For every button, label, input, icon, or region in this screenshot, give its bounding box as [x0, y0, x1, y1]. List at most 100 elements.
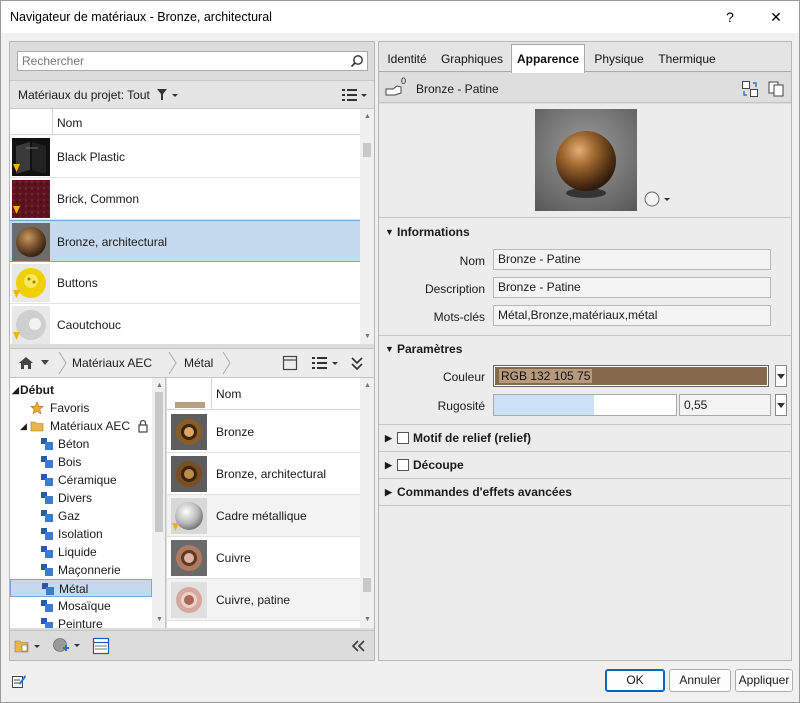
close-button[interactable]: ✕ [753, 1, 799, 33]
divider [379, 451, 791, 452]
list-item[interactable]: Cadre métallique [167, 495, 360, 537]
ok-button[interactable]: OK [605, 669, 665, 692]
tree-item-category[interactable]: Peinture [10, 615, 152, 628]
breadcrumb-aec-materials[interactable]: Matériaux AEC [72, 349, 152, 377]
section-parametres-header[interactable]: ▼ Paramètres [385, 340, 462, 358]
search-input[interactable] [18, 52, 344, 70]
asset-usage-count: 0 [401, 76, 407, 86]
help-button[interactable]: ? [707, 1, 753, 33]
scroll-up-icon[interactable]: ▲ [364, 382, 371, 389]
home-icon[interactable] [18, 356, 34, 370]
scroll-up-icon[interactable]: ▲ [156, 382, 163, 389]
panel-toggle-icon[interactable] [282, 355, 298, 371]
scrollbar-thumb[interactable] [363, 143, 371, 157]
rugosite-dropdown-button[interactable] [775, 394, 787, 416]
description-field[interactable]: Bronze - Patine [493, 277, 771, 298]
create-library-icon[interactable] [14, 638, 44, 654]
list-item[interactable]: Cuivre [167, 537, 360, 579]
keywords-field[interactable]: Métal,Bronze,matériaux,métal [493, 305, 771, 326]
list-item[interactable]: Brick, Common [10, 178, 360, 220]
tree-item-category[interactable]: Céramique [10, 471, 152, 489]
tree-root[interactable]: ◢ Début [10, 381, 152, 399]
tree-scrollbar[interactable]: ▲ ▼ [152, 378, 165, 628]
brick-thumbnail [12, 180, 50, 218]
tree-item-category[interactable]: Métal [10, 579, 152, 597]
couleur-dropdown-button[interactable] [775, 365, 787, 387]
relief-checkbox[interactable] [397, 432, 409, 444]
section-informations-header[interactable]: ▼ Informations [385, 223, 470, 241]
tree-item-category[interactable]: Divers [10, 489, 152, 507]
decoupe-checkbox[interactable] [397, 459, 409, 471]
list-item[interactable]: Bronze, architectural [10, 220, 360, 262]
tab-apparence[interactable]: Apparence [511, 44, 585, 73]
tree-item-label: Mosaïque [58, 599, 111, 613]
search-icon[interactable] [350, 54, 364, 68]
scroll-down-icon[interactable]: ▼ [364, 333, 371, 340]
scrollbar-thumb[interactable] [363, 578, 371, 592]
tab-identite[interactable]: Identité [381, 46, 433, 72]
tab-thermique[interactable]: Thermique [653, 46, 721, 72]
tree-item-category[interactable]: Bois [10, 453, 152, 471]
nom-field[interactable]: Bronze - Patine [493, 249, 771, 270]
scroll-up-icon[interactable]: ▲ [364, 113, 371, 120]
list-item[interactable]: Bronze [167, 411, 360, 453]
tree-item-favorites[interactable]: Favoris [10, 399, 152, 417]
tree-item-category[interactable]: Liquide [10, 543, 152, 561]
list-item[interactable]: Caoutchouc [10, 304, 360, 344]
expand-triangle-icon[interactable]: ◢ [12, 381, 19, 399]
couleur-field[interactable]: RGB 132 105 75 [493, 365, 769, 387]
section-decoupe-header[interactable]: ▶ Découpe [385, 456, 464, 474]
asset-browser-icon[interactable] [92, 637, 110, 655]
replace-asset-icon[interactable] [741, 80, 759, 98]
tree-item-category[interactable]: Maçonnerie [10, 561, 152, 579]
tab-graphiques[interactable]: Graphiques [437, 46, 507, 72]
expand-triangle-icon[interactable]: ▶ [385, 433, 397, 444]
duplicate-asset-icon[interactable] [767, 80, 785, 98]
expand-triangle-icon[interactable]: ▶ [385, 460, 397, 471]
tree-item-category[interactable]: Béton [10, 435, 152, 453]
collapse-double-chevron-icon[interactable] [350, 355, 364, 371]
tree-item-category[interactable]: Isolation [10, 525, 152, 543]
collapse-triangle-icon[interactable]: ▼ [385, 227, 397, 237]
list-item[interactable]: Black Plastic [10, 136, 360, 178]
tree-item-label: Céramique [58, 473, 117, 487]
tree-item-category[interactable]: Mosaïque [10, 597, 152, 615]
cancel-button[interactable]: Annuler [669, 669, 731, 692]
edit-notes-icon[interactable] [11, 673, 27, 689]
apply-button[interactable]: Appliquer [735, 669, 793, 692]
column-header-name[interactable]: Nom [57, 116, 82, 130]
library-materials-list: Nom Bronze Bronze, architectural Cadre m… [167, 378, 374, 628]
rugosite-value-field[interactable]: 0,55 [679, 394, 771, 416]
list-item-label: Bronze [216, 425, 255, 439]
create-material-icon[interactable] [52, 637, 82, 655]
library-list-scrollbar[interactable]: ▲ ▼ [360, 378, 374, 628]
scroll-down-icon[interactable]: ▼ [156, 616, 163, 623]
list-item[interactable]: Buttons [10, 262, 360, 304]
chevron-down-icon[interactable] [40, 359, 50, 367]
collapse-left-double-chevron-icon[interactable] [350, 639, 366, 653]
rugosite-slider[interactable] [493, 394, 677, 416]
section-relief-header[interactable]: ▶ Motif de relief (relief) [385, 429, 531, 447]
tree-item-label: Gaz [58, 509, 81, 523]
expand-triangle-icon[interactable]: ◢ [20, 417, 27, 435]
list-item[interactable]: Cuivre, patine [167, 579, 360, 621]
project-list-scrollbar[interactable]: ▲ ▼ [360, 109, 374, 344]
filter-dropdown-icon[interactable] [156, 88, 180, 102]
library-list-header: Nom [167, 378, 360, 410]
expand-triangle-icon[interactable]: ▶ [385, 487, 397, 498]
scroll-down-icon[interactable]: ▼ [364, 616, 371, 623]
view-options-icon[interactable] [310, 355, 340, 371]
column-header-name[interactable]: Nom [216, 387, 241, 401]
tree-item-aec-library[interactable]: ◢ Matériaux AEC [10, 417, 152, 435]
view-options-icon[interactable] [340, 87, 368, 103]
tab-physique[interactable]: Physique [589, 46, 649, 72]
color-swatch[interactable]: RGB 132 105 75 [495, 367, 767, 385]
scrollbar-thumb[interactable] [155, 392, 163, 532]
preview-shape-dropdown-icon[interactable] [643, 190, 673, 208]
tree-item-category[interactable]: Gaz [10, 507, 152, 525]
list-item[interactable]: Bronze, architectural [167, 453, 360, 495]
breadcrumb-metal[interactable]: Métal [184, 349, 213, 377]
category-icon [41, 510, 53, 522]
collapse-triangle-icon[interactable]: ▼ [385, 344, 397, 354]
section-effects-header[interactable]: ▶ Commandes d'effets avancées [385, 483, 572, 501]
